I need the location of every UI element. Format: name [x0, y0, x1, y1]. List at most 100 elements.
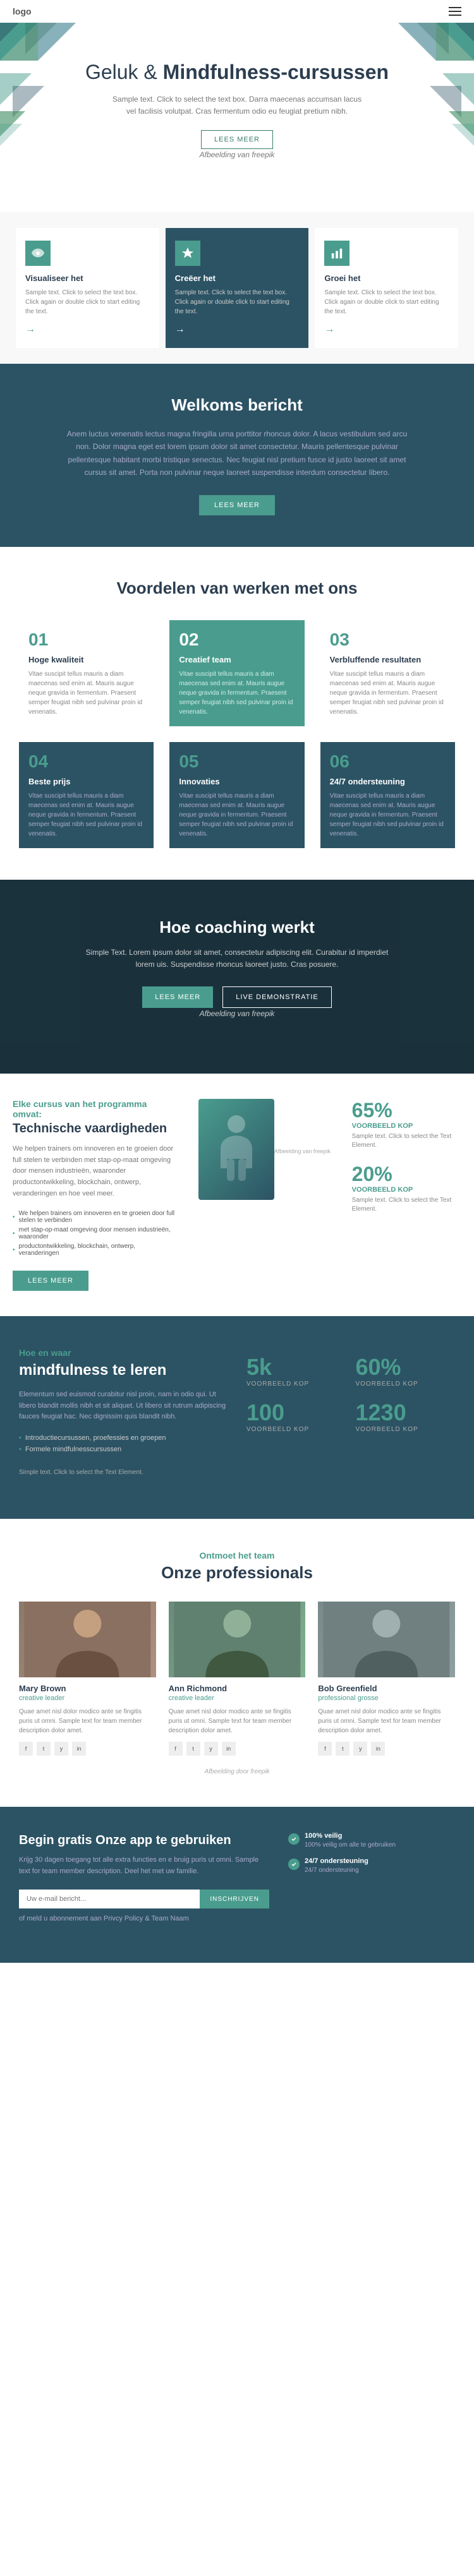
stat-percent-2: 20%	[352, 1163, 461, 1186]
hero-description: Sample text. Click to select the text bo…	[111, 93, 363, 117]
feature-arrow-3[interactable]: →	[324, 324, 334, 335]
skills-image: Afbeelding van freepik	[196, 1099, 333, 1200]
stat-label-1: Voorbeeld kop	[352, 1122, 461, 1130]
skills-caption: Afbeelding van freepik	[274, 1148, 331, 1154]
mindfulness-cta-text: Simple text. Click to select the Text El…	[19, 1468, 228, 1478]
feature-box-3: Groei het Sample text. Click to select t…	[315, 228, 458, 348]
linkedin-icon-3[interactable]: in	[371, 1742, 385, 1756]
benefit-item-6: 06 24/7 ondersteuning Vitae suscipit tel…	[320, 742, 455, 848]
hero-title: Geluk & Mindfulness-cursussen	[19, 61, 455, 84]
app-cta-inner: Begin gratis Onze app te gebruiken Krijg…	[19, 1832, 455, 1938]
hero-cta-button[interactable]: LEES MEER	[201, 130, 273, 149]
feature-icon-1	[25, 241, 51, 266]
team-member-2: Ann Richmond creative leader Quae amet n…	[169, 1602, 306, 1756]
mindfulness-subtitle: Hoe en waar	[19, 1348, 228, 1358]
mind-stat-value-3: 100	[246, 1399, 346, 1426]
benefit-title-2: Creatief team	[179, 655, 295, 664]
mind-stat-label-4: VOORBEELD KOP	[356, 1426, 456, 1433]
person-illustration	[198, 1099, 274, 1200]
member-desc-2: Quae amet nisl dolor modico ante se fing…	[169, 1707, 306, 1735]
mindfulness-stats: 5k VOORBEELD KOP 60% VOORBEELD KOP 100 V…	[246, 1348, 455, 1435]
twitter-icon-3[interactable]: t	[336, 1742, 349, 1756]
welcome-button[interactable]: LEES MEER	[199, 495, 275, 515]
facebook-icon-3[interactable]: f	[318, 1742, 332, 1756]
skills-section: Elke cursus van het programma omvat: Tec…	[0, 1074, 474, 1316]
app-feature-2: 24/7 ondersteuning 24/7 ondersteuning	[288, 1857, 455, 1875]
app-cta-description: Krijg 30 dagen toegang tot alle extra fu…	[19, 1855, 269, 1877]
team-member-3: Bob Greenfield professional grosse Quae …	[318, 1602, 455, 1756]
email-input[interactable]	[19, 1890, 200, 1908]
member-name-2: Ann Richmond	[169, 1684, 306, 1693]
benefit-title-4: Beste prijs	[28, 777, 144, 786]
team-title: Onze professionals	[19, 1563, 455, 1583]
header: logo	[0, 0, 474, 23]
skills-list-item-2: met stap-op-maat omgeving door mensen in…	[13, 1225, 177, 1242]
skills-list-item-3: productontwikkeling, blockchain, ontwerp…	[13, 1242, 177, 1258]
member-social-2: f t y in	[169, 1742, 306, 1756]
feature-desc-1: Sample text. Click to select the text bo…	[25, 288, 150, 316]
coaching-caption: Afbeelding van freepik	[79, 1008, 395, 1020]
team-section: Ontmoet het team Onze professionals Mary…	[0, 1519, 474, 1807]
benefit-desc-2: Vitae suscipit tellus mauris a diam maec…	[179, 669, 295, 717]
app-feature-icon-1	[288, 1833, 300, 1845]
mindfulness-list: • Introductiecursussen, proefessies en g…	[19, 1432, 228, 1455]
mind-stat-1: 5k VOORBEELD KOP	[246, 1354, 346, 1390]
benefit-num-4: 04	[28, 752, 144, 772]
benefit-num-1: 01	[28, 630, 144, 650]
feature-icon-3	[324, 241, 349, 266]
benefit-num-5: 05	[179, 752, 295, 772]
app-cta-disclaimer: of meld u abonnement aan Privcy Policy &…	[19, 1914, 269, 1925]
app-feature-text-2: 24/7 ondersteuning 24/7 ondersteuning	[305, 1857, 368, 1875]
youtube-icon-1[interactable]: y	[54, 1742, 68, 1756]
benefit-desc-3: Vitae suscipit tellus mauris a diam maec…	[330, 669, 446, 717]
app-feature-icon-2	[288, 1859, 300, 1870]
skills-list: We helpen trainers om innoveren en te gr…	[13, 1209, 177, 1258]
feature-arrow-1[interactable]: →	[25, 324, 35, 335]
mind-stat-label-3: VOORBEELD KOP	[246, 1426, 346, 1433]
benefit-title-5: Innovaties	[179, 777, 295, 786]
coaching-section: Hoe coaching werkt Simple Text. Lorem ip…	[0, 880, 474, 1074]
subscribe-button[interactable]: INSCHRIJVEN	[200, 1890, 269, 1908]
mindfulness-list-item-2: • Formele mindfulnesscursussen	[19, 1444, 228, 1455]
facebook-icon-2[interactable]: f	[169, 1742, 183, 1756]
youtube-icon-3[interactable]: y	[353, 1742, 367, 1756]
twitter-icon-1[interactable]: t	[37, 1742, 51, 1756]
benefit-item-2: 02 Creatief team Vitae suscipit tellus m…	[169, 620, 304, 726]
member-role-3: professional grosse	[318, 1694, 455, 1702]
app-feature-1: 100% veilig 100% veilig om alle te gebru…	[288, 1832, 455, 1850]
coaching-content: Hoe coaching werkt Simple Text. Lorem ip…	[19, 918, 455, 1021]
welcome-description: Anem luctus venenatis lectus magna fring…	[63, 428, 411, 479]
feature-arrow-2[interactable]: →	[175, 324, 185, 335]
mind-stat-4: 1230 VOORBEELD KOP	[356, 1399, 456, 1435]
member-role-1: creative leader	[19, 1694, 156, 1702]
app-cta-left: Begin gratis Onze app te gebruiken Krijg…	[19, 1832, 269, 1938]
twitter-icon-2[interactable]: t	[186, 1742, 200, 1756]
feature-box-1: Visualiseer het Sample text. Click to se…	[16, 228, 159, 348]
mindfulness-description: Elementum sed euismod curabitur nisl pro…	[19, 1389, 228, 1423]
app-cta-section: Begin gratis Onze app te gebruiken Krijg…	[0, 1807, 474, 1963]
mind-stat-3: 100 VOORBEELD KOP	[246, 1399, 346, 1435]
member-desc-3: Quae amet nisl dolor modico ante se fing…	[318, 1707, 455, 1735]
benefit-desc-6: Vitae suscipit tellus mauris a diam maec…	[330, 791, 446, 839]
benefit-item-1: 01 Hoge kwaliteit Vitae suscipit tellus …	[19, 620, 154, 726]
facebook-icon-1[interactable]: f	[19, 1742, 33, 1756]
skills-button[interactable]: LEES MEER	[13, 1271, 88, 1291]
feature-title-3: Groei het	[324, 273, 449, 283]
coaching-secondary-button[interactable]: LIVE DEMONSTRATIE	[222, 986, 331, 1008]
team-member-1: Mary Brown creative leader Quae amet nis…	[19, 1602, 156, 1756]
app-cta-right: 100% veilig 100% veilig om alle te gebru…	[288, 1832, 455, 1938]
stat-item-2: 20% Voorbeeld kop Sample text. Click to …	[352, 1163, 461, 1214]
mindfulness-section: Hoe en waar mindfulness te leren Element…	[0, 1316, 474, 1519]
app-feature-text-1: 100% veilig 100% veilig om alle te gebru…	[305, 1832, 396, 1850]
linkedin-icon-1[interactable]: in	[72, 1742, 86, 1756]
welcome-title: Welkoms bericht	[51, 395, 423, 415]
mindfulness-list-item-1: • Introductiecursussen, proefessies en g…	[19, 1432, 228, 1444]
linkedin-icon-2[interactable]: in	[222, 1742, 236, 1756]
youtube-icon-2[interactable]: y	[204, 1742, 218, 1756]
skills-description: We helpen trainers om innoveren en te gr…	[13, 1144, 177, 1199]
coaching-primary-button[interactable]: LEES MEER	[142, 986, 213, 1008]
hamburger-menu[interactable]	[449, 7, 461, 16]
stat-label-2: Voorbeeld kop	[352, 1186, 461, 1194]
stat-item-1: 65% Voorbeeld kop Sample text. Click to …	[352, 1099, 461, 1150]
team-subtitle: Ontmoet het team	[19, 1550, 455, 1561]
